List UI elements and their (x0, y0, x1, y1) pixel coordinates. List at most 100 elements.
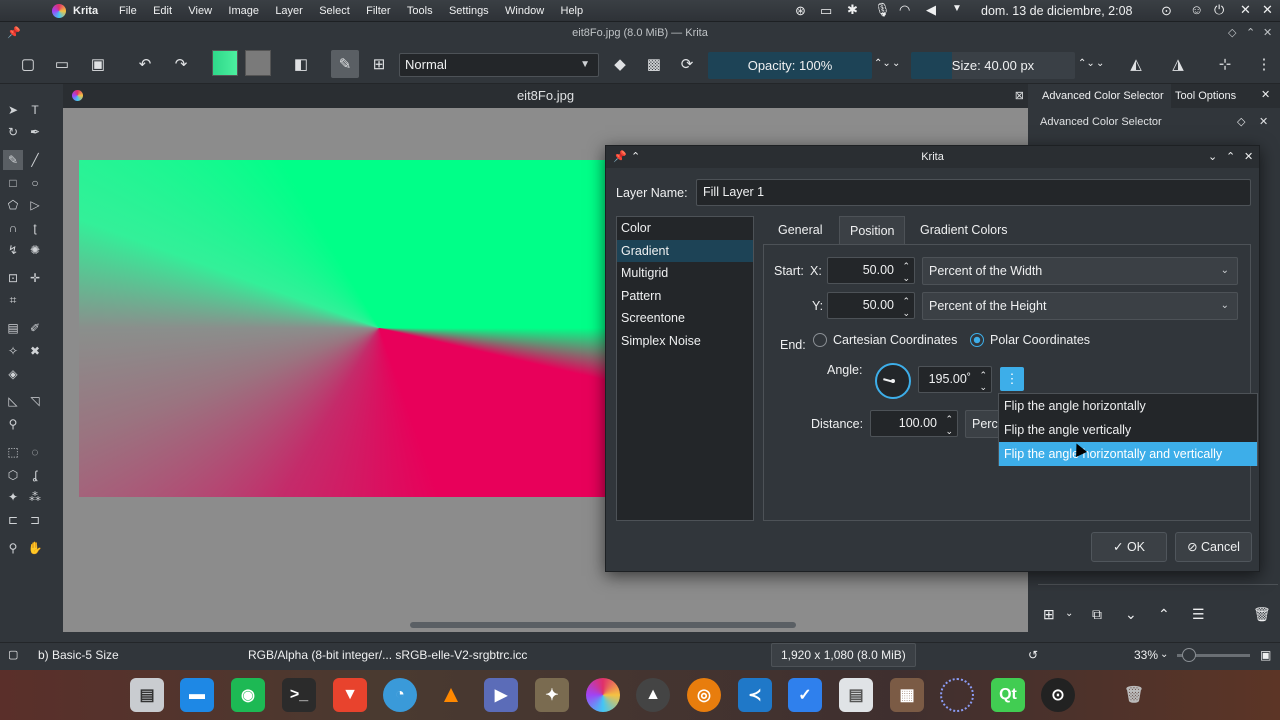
horizontal-scrollbar[interactable] (410, 622, 796, 628)
ok-button[interactable]: ✓ OK (1091, 532, 1167, 562)
brush-tip-icon[interactable]: ▢ (8, 643, 18, 667)
list-item-gradient[interactable]: Gradient (617, 239, 753, 262)
volume-icon[interactable]: ◀ (926, 2, 936, 18)
reference-tool-icon[interactable]: ◹ (25, 391, 45, 411)
menu-help[interactable]: Help (561, 0, 584, 22)
freehand-select-icon[interactable]: ʆ (25, 465, 45, 485)
maximize-icon[interactable]: ⌃ (1226, 146, 1235, 168)
polyline-tool-icon[interactable]: ▷ (25, 195, 45, 215)
similar-select-icon[interactable]: ⁂ (25, 487, 45, 507)
swap-colors-icon[interactable]: ◧ (287, 50, 315, 78)
x-unit-select[interactable]: Percent of the Width ⌄ (922, 257, 1238, 285)
wrap-around-icon[interactable]: ⊹ (1211, 50, 1239, 78)
more-icon[interactable]: ⋮ (1250, 50, 1278, 78)
tasks-icon[interactable]: ✓ (788, 678, 822, 712)
add-layer-icon[interactable]: ⊞ (1043, 606, 1055, 623)
inkscape-icon[interactable]: ▲ (636, 678, 670, 712)
bezier-tool-icon[interactable]: ∩ (3, 218, 23, 238)
chevron-down-icon[interactable]: ⌄ (1096, 58, 1104, 69)
polygon-tool-icon[interactable]: ⬠ (3, 195, 23, 215)
brave-icon[interactable]: ▼ (333, 678, 367, 712)
bluetooth-icon[interactable]: ✱ (847, 2, 858, 18)
pin-icon[interactable]: 📌 (7, 22, 21, 44)
dialog-close-icon[interactable]: ✕ (1244, 146, 1253, 168)
power-icon[interactable]: ⏻ (1214, 2, 1224, 18)
size-slider[interactable]: Size: 40.00 px (911, 52, 1075, 79)
contiguous-select-icon[interactable]: ✦ (3, 487, 23, 507)
move-tool-icon[interactable]: ✛ (25, 268, 45, 288)
spin-icon[interactable]: ⌃ ⌄ (945, 413, 953, 437)
image-size-info[interactable]: 1,920 x 1,080 (8.0 MiB) (771, 643, 916, 667)
layer-name-input[interactable]: Fill Layer 1 (696, 179, 1251, 206)
angle-input[interactable]: 195.00˚ ⌃ ⌄ (918, 366, 992, 393)
obs-icon[interactable]: ⊙ (1041, 678, 1075, 712)
blender-icon[interactable]: ◎ (687, 678, 721, 712)
cartesian-label[interactable]: Cartesian Coordinates (833, 333, 957, 347)
ellipse-tool-icon[interactable]: ○ (25, 173, 45, 193)
menu-view[interactable]: View (188, 0, 212, 22)
spin-icon[interactable]: ⌃ ⌄ (902, 260, 910, 284)
move-down-icon[interactable]: ⌄ (1125, 606, 1137, 623)
open-folder-icon[interactable]: ▭ (48, 50, 76, 78)
microphone-icon[interactable]: 🎙 (874, 2, 891, 18)
network-icon[interactable]: ⊛ (795, 3, 806, 19)
close-window-icon[interactable]: ✕ (1262, 2, 1273, 18)
menu-image[interactable]: Image (228, 0, 259, 22)
android-icon[interactable]: ◉ (231, 678, 265, 712)
delete-layer-icon[interactable]: 🗑 (1253, 606, 1271, 623)
vlc-icon[interactable]: ▲ (434, 678, 468, 712)
fill-tool-icon[interactable]: ◈ (3, 364, 23, 384)
window-close-icon[interactable]: ✕ (1263, 22, 1272, 44)
close-icon[interactable]: ✕ (1240, 2, 1251, 18)
multibrush-icon[interactable]: ✺ (25, 240, 45, 260)
keep-above-icon[interactable]: ⌃ (631, 146, 640, 168)
spin-icon[interactable]: ⌃ ⌄ (979, 369, 987, 393)
menu-item-flip-both[interactable]: Flip the angle horizontally and vertical… (999, 442, 1257, 466)
menu-tools[interactable]: Tools (407, 0, 433, 22)
pin-icon[interactable]: 📌 (613, 146, 627, 168)
list-item-multigrid[interactable]: Multigrid (617, 262, 753, 285)
chat-icon[interactable]: ◔ (383, 678, 417, 712)
angle-options-button[interactable]: ⋮ (1000, 367, 1024, 391)
notifications-icon[interactable]: ⊙ (1161, 3, 1172, 19)
calligraphy-icon[interactable]: ✒ (25, 122, 45, 142)
rect-select-icon[interactable]: ⬚ (3, 442, 23, 462)
fullscreen-icon[interactable]: ▣ (1260, 643, 1271, 667)
float-icon[interactable]: ◇ (1237, 110, 1245, 134)
close-document-icon[interactable]: ⊠ (1015, 84, 1024, 108)
assistant-tool-icon[interactable]: ✖ (25, 341, 45, 361)
activity-icon[interactable] (940, 678, 974, 712)
chevron-down-icon[interactable]: ⌄ (1160, 643, 1168, 667)
foreground-color-swatch[interactable] (212, 50, 238, 76)
y-unit-select[interactable]: Percent of the Height ⌄ (922, 292, 1238, 320)
blend-mode-select[interactable]: Normal ▼ (399, 53, 599, 77)
menu-window[interactable]: Window (505, 0, 544, 22)
cartesian-radio[interactable] (813, 333, 827, 347)
pin-tool-icon[interactable]: ⚲ (3, 414, 23, 434)
dock-close-icon[interactable]: ✕ (1261, 88, 1270, 101)
magnetic-select-icon[interactable]: ⊐ (25, 510, 45, 530)
polar-radio[interactable] (970, 333, 984, 347)
cancel-button[interactable]: ⊘ Cancel (1175, 532, 1252, 562)
menu-settings[interactable]: Settings (449, 0, 489, 22)
size-stepper-icon[interactable]: ⌃⌄ (1078, 58, 1095, 69)
redo-icon[interactable]: ↷ (167, 50, 195, 78)
alpha-lock-icon[interactable]: ▩ (640, 50, 668, 78)
dynamic-brush-icon[interactable]: ↯ (3, 240, 23, 260)
pan-tool-icon[interactable]: ✋ (25, 538, 45, 558)
video-editor-icon[interactable]: ▶ (484, 678, 518, 712)
qt-icon[interactable]: Qt (991, 678, 1025, 712)
tab-general[interactable]: General (768, 216, 832, 244)
polygon-select-icon[interactable]: ⬡ (3, 465, 23, 485)
freehand-brush-icon[interactable]: ✎ (3, 150, 23, 170)
canvas-image[interactable] (79, 160, 609, 497)
spin-icon[interactable]: ⌃ ⌄ (902, 295, 910, 319)
eraser-icon[interactable]: ◆ (606, 50, 634, 78)
list-item-simplex-noise[interactable]: Simplex Noise (617, 330, 753, 353)
trash-icon[interactable]: 🗑 (1117, 678, 1151, 712)
mirror-horizontal-icon[interactable]: ◭ (1122, 50, 1150, 78)
smart-patch-icon[interactable]: ✧ (3, 341, 23, 361)
chevron-down-icon[interactable]: ⌄ (892, 58, 900, 69)
menu-edit[interactable]: Edit (153, 0, 172, 22)
wifi-icon[interactable]: ◠ (899, 2, 910, 18)
